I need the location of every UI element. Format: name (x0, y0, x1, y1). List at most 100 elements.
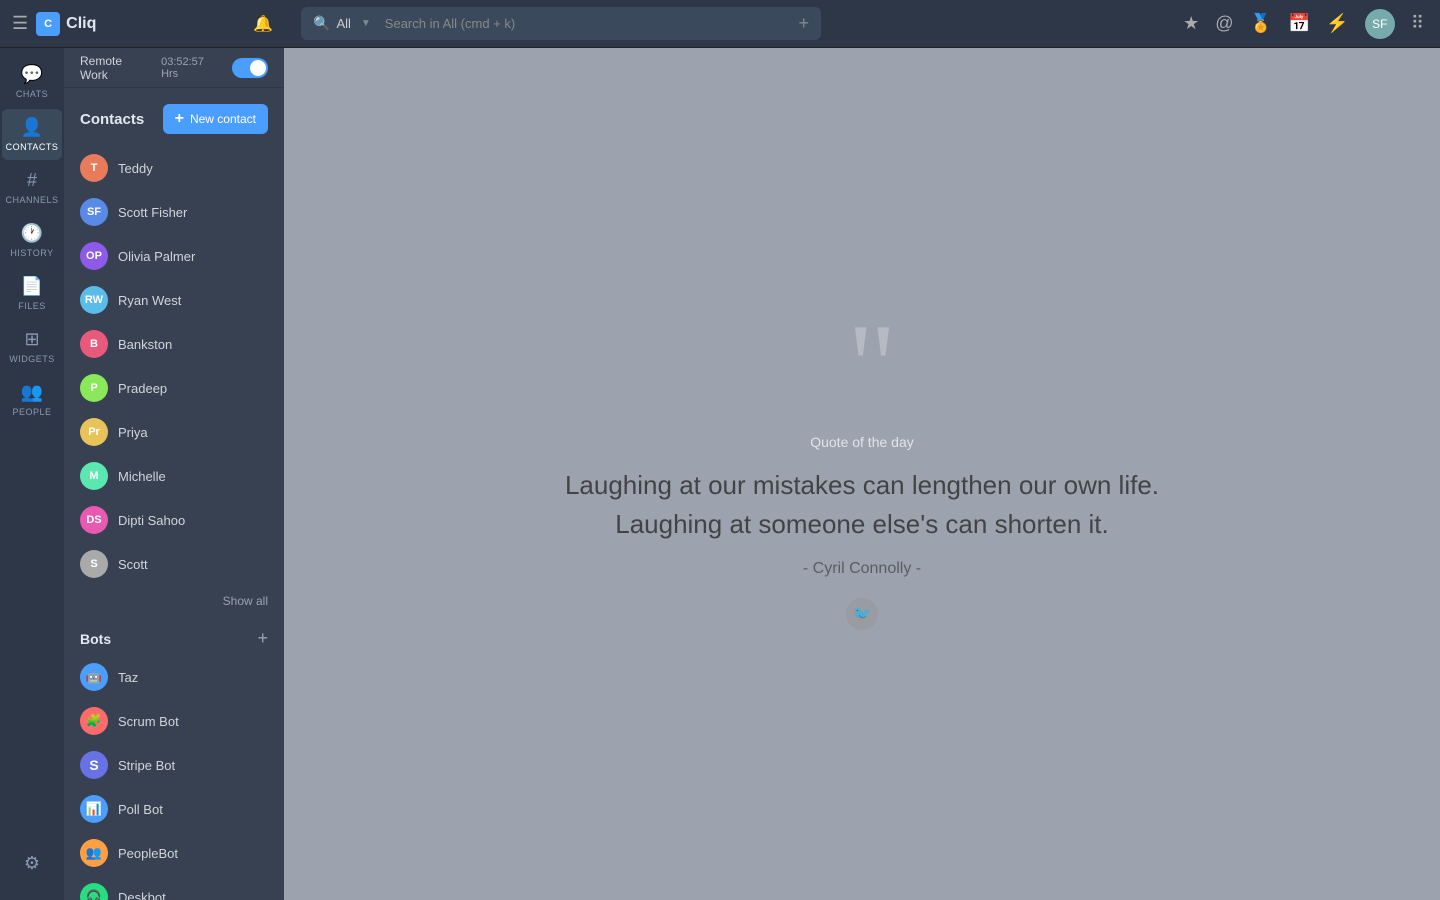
search-pill[interactable]: 🔍 All ▼ Search in All (cmd + k) + (301, 7, 821, 40)
sidebar-item-files[interactable]: 📄 FILES (2, 268, 62, 319)
topbar-search: 🔍 All ▼ Search in All (cmd + k) + (285, 7, 1167, 40)
bot-list: 🤖 Taz 🧩 Scrum Bot S Stripe Bot 📊 Poll Bo… (64, 655, 284, 900)
contact-name: Teddy (118, 161, 153, 176)
avatar: DS (80, 506, 108, 534)
contact-name: Olivia Palmer (118, 249, 195, 264)
sidebar-item-settings[interactable]: ⚙ (2, 845, 62, 882)
quote-text: Laughing at our mistakes can lengthen ou… (565, 466, 1159, 544)
contacts-title: Contacts (80, 111, 144, 128)
sidebar-item-history[interactable]: 🕐 HISTORY (2, 215, 62, 266)
widgets-icon: ⊞ (24, 329, 39, 350)
quote-author: - Cyril Connolly - (565, 560, 1159, 578)
remote-work-bar: Remote Work 03:52:57 Hrs (64, 48, 284, 88)
channels-icon: # (27, 170, 37, 191)
remote-work-timer: 03:52:57 Hrs (161, 56, 224, 80)
contact-item-olivia[interactable]: OP Olivia Palmer (64, 234, 284, 278)
new-contact-label: New contact (190, 112, 256, 126)
sidebar-item-chats[interactable]: 💬 CHATS (2, 56, 62, 107)
calendar-icon[interactable]: 📅 (1288, 13, 1310, 34)
sidebar-nav: 💬 CHATS 👤 CONTACTS # CHANNELS 🕐 HISTORY … (0, 48, 64, 900)
bolt-icon[interactable]: ⚡ (1326, 13, 1348, 34)
contact-item-teddy[interactable]: T Teddy (64, 146, 284, 190)
bot-item-poll[interactable]: 📊 Poll Bot (64, 787, 284, 831)
contact-item-ryan[interactable]: RW Ryan West (64, 278, 284, 322)
mention-icon[interactable]: @ (1215, 13, 1233, 34)
contacts-icon: 👤 (21, 117, 43, 138)
bot-name: Stripe Bot (118, 758, 175, 773)
bot-item-scrum[interactable]: 🧩 Scrum Bot (64, 699, 284, 743)
logo-area: C Cliq (36, 12, 96, 36)
bot-item-people[interactable]: 👥 PeopleBot (64, 831, 284, 875)
nav-bottom: ⚙ (2, 845, 62, 900)
sidebar-main: Contacts + New contact T Teddy SF Scott … (64, 88, 284, 900)
contact-name: Priya (118, 425, 148, 440)
add-bot-icon[interactable]: + (257, 628, 268, 649)
sidebar-item-contacts[interactable]: 👤 CONTACTS (2, 109, 62, 160)
avatar: M (80, 462, 108, 490)
contact-name: Bankston (118, 337, 172, 352)
menu-icon[interactable]: ☰ (12, 13, 28, 34)
plus-icon: + (175, 110, 184, 128)
apps-grid-icon[interactable]: ⠿ (1411, 13, 1424, 34)
contact-name: Scott (118, 557, 148, 572)
bot-item-desk[interactable]: 🎧 Deskbot (64, 875, 284, 900)
new-contact-button[interactable]: + New contact (163, 104, 268, 134)
files-icon: 📄 (21, 276, 43, 297)
avatar: P (80, 374, 108, 402)
topbar-left: ☰ C Cliq 🔔 (0, 12, 285, 36)
bot-item-taz[interactable]: 🤖 Taz (64, 655, 284, 699)
contact-item-scott-fisher[interactable]: SF Scott Fisher (64, 190, 284, 234)
avatar: OP (80, 242, 108, 270)
bot-avatar: S (80, 751, 108, 779)
contact-item-pradeep[interactable]: P Pradeep (64, 366, 284, 410)
bot-avatar: 🤖 (80, 663, 108, 691)
remote-work-label: Remote Work (80, 54, 153, 82)
bot-name: Scrum Bot (118, 714, 179, 729)
quote-marks: " (565, 318, 1159, 414)
sidebar-item-widgets[interactable]: ⊞ WIDGETS (2, 321, 62, 372)
avatar: T (80, 154, 108, 182)
search-add-icon[interactable]: + (798, 13, 809, 34)
avatar: RW (80, 286, 108, 314)
main-content: " Quote of the day Laughing at our mista… (284, 48, 1440, 900)
app-name: Cliq (66, 15, 96, 33)
contact-list: T Teddy SF Scott Fisher OP Olivia Palmer… (64, 142, 284, 590)
bot-name: Deskbot (118, 890, 166, 900)
twitter-share-button[interactable]: 🐦 (846, 598, 878, 630)
sidebar-item-channels[interactable]: # CHANNELS (2, 162, 62, 213)
contact-name: Michelle (118, 469, 166, 484)
bot-name: Poll Bot (118, 802, 163, 817)
bell-icon[interactable]: 🔔 (253, 14, 273, 34)
chats-icon: 💬 (21, 64, 43, 85)
user-avatar[interactable]: SF (1365, 9, 1395, 39)
bot-name: Taz (118, 670, 138, 685)
contact-name: Ryan West (118, 293, 181, 308)
bot-item-stripe[interactable]: S Stripe Bot (64, 743, 284, 787)
contact-item-bankston[interactable]: B Bankston (64, 322, 284, 366)
bots-title: Bots (80, 631, 111, 647)
avatar: B (80, 330, 108, 358)
contact-name: Dipti Sahoo (118, 513, 185, 528)
avatar: SF (80, 198, 108, 226)
topbar: ☰ C Cliq 🔔 🔍 All ▼ Search in All (cmd + … (0, 0, 1440, 48)
star-icon[interactable]: ★ (1183, 13, 1199, 34)
quote-of-day-label: Quote of the day (565, 434, 1159, 450)
contact-item-dipti[interactable]: DS Dipti Sahoo (64, 498, 284, 542)
contacts-header: Contacts + New contact (64, 88, 284, 142)
bot-avatar: 🎧 (80, 883, 108, 900)
contact-item-michelle[interactable]: M Michelle (64, 454, 284, 498)
sidebar-item-people[interactable]: 👥 PEOPLE (2, 374, 62, 425)
toggle-knob (250, 60, 266, 76)
search-icon: 🔍 (313, 15, 330, 32)
contact-item-priya[interactable]: Pr Priya (64, 410, 284, 454)
contact-name: Scott Fisher (118, 205, 187, 220)
search-dropdown-icon[interactable]: ▼ (361, 18, 371, 29)
quote-container: " Quote of the day Laughing at our mista… (525, 278, 1199, 670)
settings-icon: ⚙ (24, 853, 40, 874)
show-all-link[interactable]: Show all (64, 590, 284, 620)
remote-work-toggle[interactable] (232, 58, 268, 78)
contact-name: Pradeep (118, 381, 167, 396)
contact-item-scott[interactable]: S Scott (64, 542, 284, 586)
badge-icon[interactable]: 🏅 (1250, 13, 1272, 34)
search-input[interactable]: Search in All (cmd + k) (377, 16, 789, 31)
